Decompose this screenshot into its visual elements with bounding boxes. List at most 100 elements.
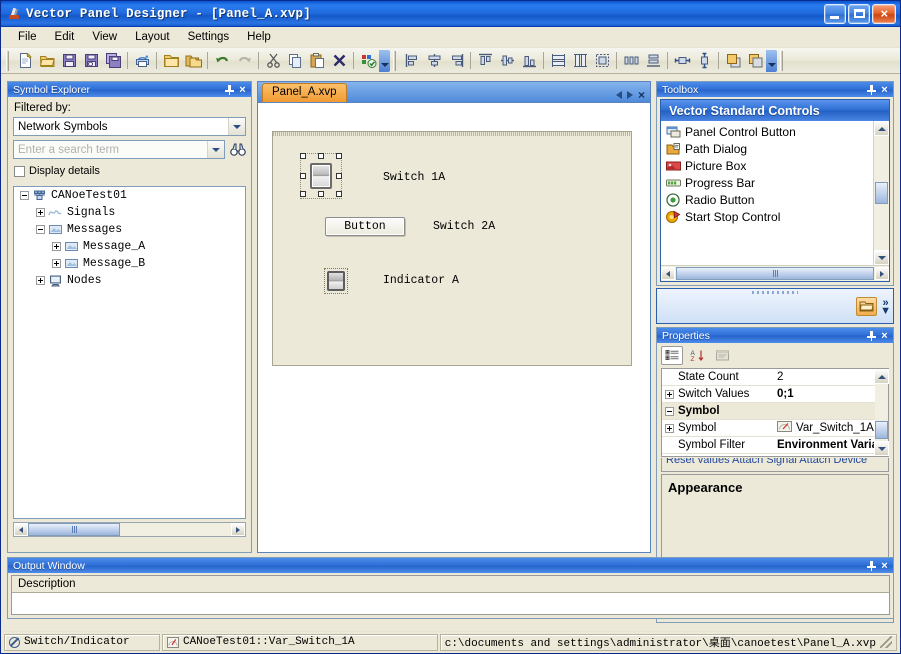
- align-top-icon[interactable]: [474, 50, 496, 72]
- tree-node-nodes[interactable]: Nodes: [14, 272, 245, 289]
- display-details-row[interactable]: Display details: [14, 165, 246, 177]
- menu-view[interactable]: View: [83, 29, 126, 45]
- menu-edit[interactable]: Edit: [46, 29, 84, 45]
- property-value[interactable]: 0;1: [773, 388, 888, 400]
- resize-handle-n[interactable]: [318, 153, 324, 159]
- resize-grip-icon[interactable]: [880, 636, 892, 648]
- space-horizontal-icon[interactable]: [620, 50, 642, 72]
- search-binoculars-icon[interactable]: [230, 142, 246, 157]
- open-folder-icon[interactable]: [160, 50, 182, 72]
- hscroll-thumb[interactable]: [28, 523, 120, 536]
- menu-help[interactable]: Help: [238, 29, 280, 45]
- label-indicator-a[interactable]: Indicator A: [383, 274, 459, 287]
- row-expander-slot[interactable]: [662, 423, 676, 433]
- make-same-width-icon[interactable]: [547, 50, 569, 72]
- minimize-button[interactable]: [824, 3, 846, 24]
- scroll-right-icon[interactable]: [231, 523, 245, 536]
- properties-grid[interactable]: State Count 2 Switch Values 0;1 Symbol S…: [661, 368, 889, 457]
- scroll-down-icon[interactable]: [874, 250, 889, 265]
- align-center-horizontal-icon[interactable]: [423, 50, 445, 72]
- resize-handle-nw[interactable]: [300, 153, 306, 159]
- toolbox-vscrollbar[interactable]: [873, 121, 889, 265]
- save-as-icon[interactable]: [80, 50, 102, 72]
- toolbox-item-picture-box[interactable]: Picture Box: [661, 157, 874, 174]
- panel-splitter-grip[interactable]: [657, 289, 893, 295]
- close-icon[interactable]: ×: [236, 83, 249, 96]
- property-row-symbol[interactable]: Symbol Var_Switch_1A: [662, 420, 888, 437]
- output-grid[interactable]: Description: [11, 575, 890, 615]
- hscroll-thumb[interactable]: [676, 267, 874, 280]
- resize-handle-se[interactable]: [336, 191, 342, 197]
- toolbar-overflow-button[interactable]: [379, 49, 390, 72]
- scroll-right-icon[interactable]: [875, 267, 889, 280]
- resize-handle-e[interactable]: [336, 173, 342, 179]
- vscroll-thumb[interactable]: [875, 421, 888, 439]
- toolbox-item-start-stop-control[interactable]: Start Stop Control: [661, 208, 874, 225]
- vscroll-thumb[interactable]: [875, 182, 888, 204]
- tree-node-canoetest01[interactable]: CANoeTest01: [14, 187, 245, 204]
- close-icon[interactable]: ×: [878, 329, 891, 342]
- label-switch-1a[interactable]: Switch 1A: [383, 171, 445, 184]
- next-tab-icon[interactable]: [626, 91, 633, 99]
- align-middle-icon[interactable]: [496, 50, 518, 72]
- close-button[interactable]: ×: [872, 3, 896, 24]
- categorized-view-icon[interactable]: [661, 346, 683, 365]
- row-expander-slot[interactable]: [662, 389, 676, 399]
- toolbox-item-panel-control-button[interactable]: Panel Control Button: [661, 123, 874, 140]
- toolbox-hscrollbar[interactable]: [661, 265, 889, 281]
- output-column-header[interactable]: Description: [12, 576, 889, 593]
- center-horizontally-icon[interactable]: [671, 50, 693, 72]
- toolbox-item-path-dialog[interactable]: Path Dialog: [661, 140, 874, 157]
- panel-canvas[interactable]: Switch 1A Button Switch 2A Indicator A: [272, 131, 632, 366]
- control-button[interactable]: Button: [325, 217, 405, 236]
- toolbox-overflow-chevron-icon[interactable]: » ▼: [880, 297, 891, 316]
- resize-handle-ne[interactable]: [336, 153, 342, 159]
- symbol-tree[interactable]: CANoeTest01 Signals Messages Message_A M…: [13, 186, 246, 519]
- symbol-tree-hscrollbar[interactable]: [13, 522, 246, 537]
- expander-plus-icon[interactable]: [52, 259, 61, 268]
- property-row-symbol-filter[interactable]: Symbol Filter Environment Varia: [662, 437, 888, 454]
- validate-check-icon[interactable]: [357, 50, 379, 72]
- property-value[interactable]: 2: [773, 371, 888, 383]
- expander-minus-icon[interactable]: [36, 225, 45, 234]
- expander-minus-icon[interactable]: [20, 191, 29, 200]
- control-switch-1a[interactable]: [300, 153, 342, 199]
- property-category-symbol[interactable]: Symbol: [662, 403, 888, 420]
- menu-settings[interactable]: Settings: [179, 29, 239, 45]
- toolbar-overflow-button-2[interactable]: [766, 49, 777, 72]
- open-file-icon[interactable]: [36, 50, 58, 72]
- row-expander-slot[interactable]: [662, 406, 676, 416]
- expander-plus-icon[interactable]: [52, 242, 61, 251]
- chevron-down-icon[interactable]: [228, 118, 245, 135]
- toolbox-item-progress-bar[interactable]: Progress Bar: [661, 174, 874, 191]
- resize-handle-w[interactable]: [300, 173, 306, 179]
- space-vertical-icon[interactable]: [642, 50, 664, 72]
- chevron-down-icon[interactable]: [207, 141, 224, 158]
- maximize-button[interactable]: [848, 3, 870, 24]
- control-indicator-a[interactable]: [324, 268, 348, 294]
- properties-vscrollbar[interactable]: [874, 368, 889, 457]
- prev-tab-icon[interactable]: [615, 91, 622, 99]
- alphabetical-sort-icon[interactable]: AZ: [686, 346, 708, 365]
- toolbar-grip-2[interactable]: [392, 50, 399, 71]
- scroll-left-icon[interactable]: [14, 523, 28, 536]
- print-preview-icon[interactable]: [131, 50, 153, 72]
- close-tab-icon[interactable]: ×: [638, 89, 645, 101]
- delete-icon[interactable]: [328, 50, 350, 72]
- expander-plus-icon[interactable]: [664, 423, 674, 433]
- close-icon[interactable]: ×: [878, 559, 891, 572]
- make-same-height-icon[interactable]: [569, 50, 591, 72]
- save-all-icon[interactable]: [102, 50, 124, 72]
- save-file-icon[interactable]: [58, 50, 80, 72]
- toolbox-item-list[interactable]: Panel Control Button Path Dialog Picture…: [661, 121, 874, 265]
- tab-panel-a[interactable]: Panel_A.xvp: [262, 83, 347, 102]
- tree-node-signals[interactable]: Signals: [14, 204, 245, 221]
- property-value[interactable]: Environment Varia: [773, 439, 888, 451]
- tree-node-messages[interactable]: Messages: [14, 221, 245, 238]
- new-file-icon[interactable]: [14, 50, 36, 72]
- property-row-state-count[interactable]: State Count 2: [662, 369, 888, 386]
- tree-node-message-a[interactable]: Message_A: [14, 238, 245, 255]
- cut-icon[interactable]: [262, 50, 284, 72]
- make-same-size-icon[interactable]: [591, 50, 613, 72]
- resize-handle-sw[interactable]: [300, 191, 306, 197]
